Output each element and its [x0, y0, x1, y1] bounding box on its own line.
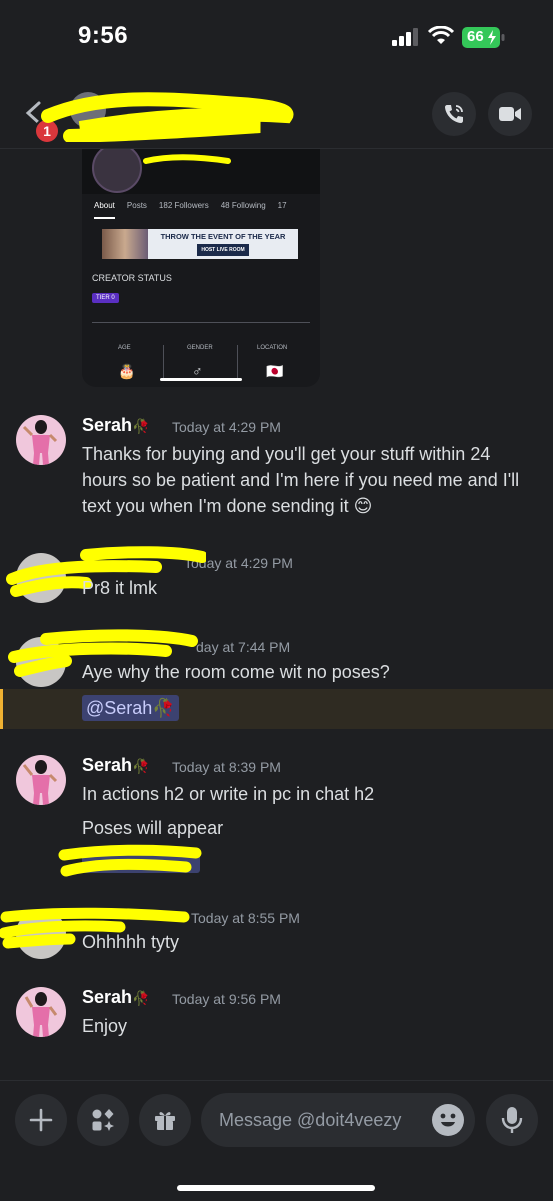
tier-badge: TIER 0 — [92, 293, 119, 303]
avatar[interactable] — [16, 553, 66, 603]
location-label: LOCATION — [257, 345, 288, 351]
video-camera-icon — [499, 107, 521, 121]
gift-button[interactable] — [139, 1094, 191, 1146]
male-icon: ♂ — [192, 363, 203, 379]
message-text: Ohhhhh tyty — [82, 932, 180, 952]
mention-bar — [0, 689, 3, 729]
divider — [163, 345, 164, 379]
username[interactable]: Serah🥀 — [82, 415, 149, 436]
microphone-icon — [501, 1107, 523, 1133]
profile-tab: About — [94, 197, 115, 219]
profile-tab: 48 Following — [220, 201, 266, 210]
home-indicator — [177, 1185, 375, 1191]
timestamp: Today at 8:39 PM — [172, 759, 281, 775]
banner-subtitle: HOST LIVE ROOM — [197, 244, 249, 256]
plus-icon — [29, 1108, 53, 1132]
timestamp: Today at 9:56 PM — [172, 991, 281, 1007]
timestamp: Today at 4:29 PM — [184, 555, 293, 571]
unread-badge: 1 — [34, 118, 60, 144]
rose-emoji: 🥀 — [132, 990, 150, 1006]
promo-banner: THROW THE EVENT OF THE YEAR HOST LIVE RO… — [102, 229, 298, 259]
status-bar: 9:56 66 — [0, 0, 553, 80]
voice-call-button[interactable] — [432, 92, 476, 136]
message[interactable]: Today at 4:29 PM Pr8 it lmk — [0, 543, 553, 613]
avatar[interactable] — [16, 637, 66, 687]
rose-emoji: 🥀 — [132, 418, 150, 434]
banner-image — [102, 229, 148, 259]
banner-title: THROW THE EVENT OF THE YEAR — [160, 232, 286, 241]
profile-tabs: About Posts 182 Followers 48 Following 1… — [82, 197, 320, 219]
japan-flag-icon: 🇯🇵 — [266, 363, 284, 379]
cellular-signal-icon — [392, 28, 418, 46]
username-text: Serah — [82, 415, 133, 435]
message[interactable]: Serah🥀 Today at 9:56 PM Enjoy — [0, 975, 553, 1065]
avatar-figure — [24, 992, 58, 1037]
username[interactable]: Serah🥀 — [82, 755, 149, 776]
gift-icon — [155, 1112, 175, 1130]
profile-tab: 17 — [277, 201, 287, 210]
message-text: Poses will appear — [82, 818, 224, 838]
add-attachment-button[interactable] — [15, 1094, 67, 1146]
divider — [92, 322, 310, 323]
timestamp: day at 7:44 PM — [196, 639, 291, 655]
message[interactable]: day at 7:44 PM Aye why the room come wit… — [0, 627, 553, 687]
avatar[interactable] — [16, 909, 66, 959]
divider — [237, 345, 238, 379]
emoji-button[interactable] — [432, 1104, 464, 1136]
message-text: Aye why the room come wit no poses? — [82, 662, 390, 682]
battery-indicator: 66 — [462, 27, 506, 48]
voice-message-button[interactable] — [486, 1094, 538, 1146]
avatar-figure — [22, 760, 58, 805]
message[interactable]: Today at 8:55 PM Ohhhhh tyty — [0, 899, 553, 969]
creator-status-label: CREATOR STATUS — [92, 273, 172, 283]
scroll-indicator — [160, 378, 242, 381]
recipient-avatar[interactable] — [70, 92, 106, 128]
rose-emoji: 🥀 — [132, 758, 150, 774]
profile-tab: Posts — [126, 201, 147, 210]
dm-header: 1 — [0, 80, 553, 149]
avatar-figure — [22, 420, 58, 465]
smiley-icon — [440, 1113, 456, 1127]
cake-icon: 🎂 — [118, 363, 136, 379]
video-call-button[interactable] — [488, 92, 532, 136]
message[interactable]: Serah🥀 Today at 8:39 PM In actions h2 or… — [0, 743, 553, 893]
timestamp: Today at 4:29 PM — [172, 419, 281, 435]
username[interactable]: Serah🥀 — [82, 987, 149, 1008]
apps-button[interactable] — [77, 1094, 129, 1146]
wifi-icon — [427, 26, 455, 44]
avatar[interactable] — [16, 415, 66, 465]
message[interactable]: Serah🥀 Today at 4:29 PM Thanks for buyin… — [0, 403, 553, 533]
age-label: AGE — [118, 345, 131, 351]
apps-icon — [92, 1109, 114, 1131]
avatar[interactable] — [16, 755, 66, 805]
message-list[interactable]: About Posts 182 Followers 48 Following 1… — [0, 149, 553, 1080]
avatar[interactable] — [16, 987, 66, 1037]
username-text: Serah — [82, 987, 133, 1007]
message-text: Pr8 it lmk — [82, 578, 158, 598]
banner-text: THROW THE EVENT OF THE YEAR HOST LIVE RO… — [148, 232, 298, 256]
gender-label: GENDER — [187, 345, 213, 351]
phone-call-icon — [445, 105, 463, 123]
timestamp: Today at 8:55 PM — [191, 910, 300, 926]
user-mention[interactable]: @Serah🥀 — [82, 695, 179, 721]
mention-highlight: @Serah🥀 — [0, 689, 553, 729]
message-text: Enjoy — [82, 1016, 128, 1036]
message-text: In actions h2 or write in pc in chat h2 — [82, 784, 375, 804]
status-time: 9:56 — [78, 22, 129, 49]
message-text: Thanks for buying and you'll get your st… — [82, 444, 520, 516]
composer-bar — [0, 1080, 553, 1201]
username-text: Serah — [82, 755, 133, 775]
attachment-image[interactable]: About Posts 182 Followers 48 Following 1… — [82, 149, 320, 387]
redacted-mention — [82, 849, 200, 873]
profile-tab: 182 Followers — [158, 201, 209, 210]
battery-level: 66 — [467, 28, 484, 45]
